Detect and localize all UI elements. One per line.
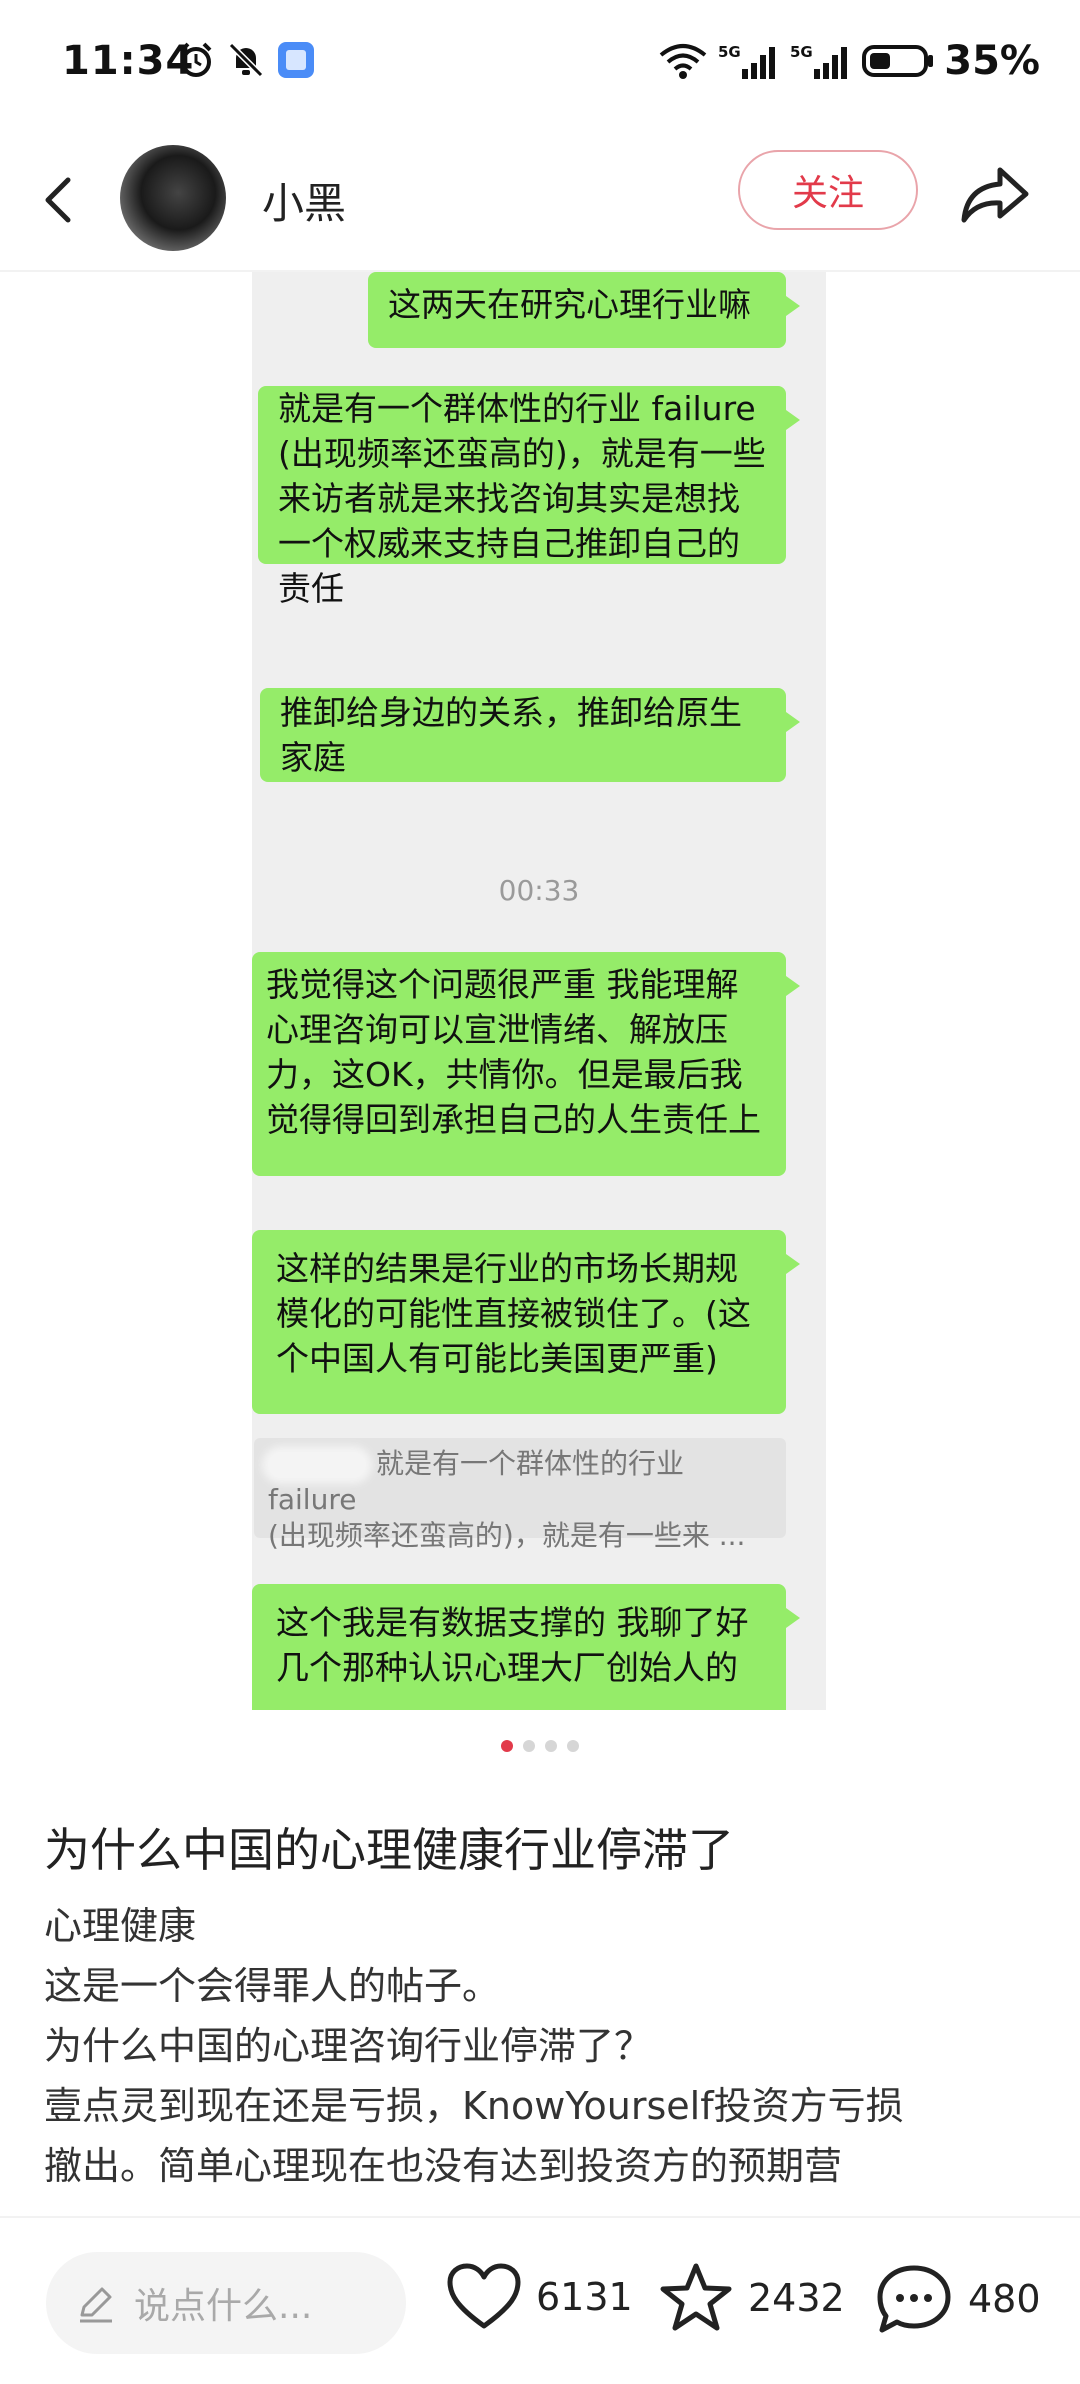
chat-bubble-text: 这个我是有数据支撑的 我聊了好几个那种认识心理大厂创始人的 xyxy=(276,1603,749,1687)
post-body: 心理健康 这是一个会得罪人的帖子。 为什么中国的心理咨询行业停滞了？ 壹点灵到现… xyxy=(44,1896,1044,2196)
favorite-button[interactable]: 2432 xyxy=(658,2262,845,2334)
chat-bubble: 推卸给身边的关系，推卸给原生家庭 xyxy=(260,688,800,782)
chat-bubble-text: 推卸给身边的关系，推卸给原生家庭 xyxy=(280,693,742,777)
post-header: 小黑 关注 xyxy=(0,130,1080,270)
carousel-dot[interactable] xyxy=(523,1740,535,1752)
battery-icon xyxy=(862,45,934,77)
comment-input[interactable]: 说点什么... xyxy=(46,2252,406,2354)
like-count: 6131 xyxy=(536,2275,633,2319)
signal-5g-icon-2: 5G xyxy=(790,43,848,79)
status-left-icons xyxy=(176,40,316,80)
alarm-icon xyxy=(180,42,212,77)
status-right: 5G 5G 35% xyxy=(658,38,1040,84)
like-button[interactable]: 6131 xyxy=(446,2262,633,2332)
chevron-left-icon xyxy=(45,177,71,223)
comment-count: 480 xyxy=(968,2277,1041,2321)
chat-bubble-text: 就是有一个群体性的行业 failure (出现频率还蛮高的)，就是有一些来访者就… xyxy=(278,389,766,608)
post-text-line: 这是一个会得罪人的帖子。 xyxy=(44,1964,501,2008)
status-time: 11:34 xyxy=(62,38,195,84)
signal-5g-label-1: 5G xyxy=(718,43,741,61)
chat-bubble: 我觉得这个问题很严重 我能理解心理咨询可以宣泄情绪、解放压力，这OK，共情你。但… xyxy=(252,952,800,1176)
author-name[interactable]: 小黑 xyxy=(262,170,346,231)
pencil-icon xyxy=(80,2287,112,2323)
quoted-message: 就是有一个群体性的行业 failure (出现频率还蛮高的)，就是有一些来 ..… xyxy=(254,1438,786,1552)
signal-5g-icon-1: 5G xyxy=(718,43,776,79)
wifi-icon xyxy=(659,44,707,79)
comment-button[interactable]: 480 xyxy=(874,2262,1041,2336)
chat-timestamp: 00:33 xyxy=(498,874,580,907)
post-text-line: 为什么中国的心理咨询行业停滞了？ xyxy=(44,2024,653,2068)
chat-bubble-text: 这样的结果是行业的市场长期规模化的可能性直接被锁住了。(这个中国人有可能比美国更… xyxy=(276,1249,751,1378)
quoted-text-line2: (出现频率还蛮高的)，就是有一些来 ... xyxy=(268,1519,746,1552)
post-topic-line: 心理健康 xyxy=(44,1904,197,1948)
post-title: 为什么中国的心理健康行业停滞了 xyxy=(44,1823,734,1877)
app-notification-icon xyxy=(278,42,314,78)
signal-5g-label-2: 5G xyxy=(790,43,813,61)
comment-placeholder: 说点什么... xyxy=(134,2286,313,2327)
heart-icon xyxy=(447,2263,521,2329)
image-carousel-indicator xyxy=(0,1740,1080,1752)
chat-bubble: 这两天在研究心理行业嘛 xyxy=(368,272,800,348)
chat-bubble: 就是有一个群体性的行业 failure (出现频率还蛮高的)，就是有一些来访者就… xyxy=(258,386,800,608)
carousel-dot-active[interactable] xyxy=(501,1740,513,1752)
avatar[interactable] xyxy=(120,145,226,251)
blurred-name xyxy=(268,1452,366,1478)
chat-bubble: 这样的结果是行业的市场长期规模化的可能性直接被锁住了。(这个中国人有可能比美国更… xyxy=(252,1230,800,1414)
chat-bubble: 这个我是有数据支撑的 我聊了好几个那种认识心理大厂创始人的 xyxy=(252,1584,800,1710)
carousel-dot[interactable] xyxy=(545,1740,557,1752)
post-text-line: 撤出。简单心理现在也没有达到投资方的预期营 xyxy=(44,2144,843,2188)
share-button[interactable] xyxy=(956,158,1036,228)
status-bar: 11:34 5G 5G 35% xyxy=(0,0,1080,125)
mute-bell-icon xyxy=(228,42,264,78)
star-icon xyxy=(660,2263,732,2331)
chat-bubble-text: 这两天在研究心理行业嘛 xyxy=(388,285,751,324)
post-text-line: 壹点灵到现在还是亏损，KnowYourself投资方亏损 xyxy=(44,2084,904,2128)
post-image-chat-screenshot[interactable]: 这两天在研究心理行业嘛 就是有一个群体性的行业 failure (出现频率还蛮高… xyxy=(252,272,826,1710)
battery-percentage: 35% xyxy=(944,38,1040,84)
favorite-count: 2432 xyxy=(748,2276,845,2320)
share-icon xyxy=(961,167,1029,223)
follow-button[interactable]: 关注 xyxy=(738,150,918,230)
carousel-dot[interactable] xyxy=(567,1740,579,1752)
back-button[interactable] xyxy=(30,160,90,240)
comment-bubble-icon xyxy=(877,2265,951,2333)
chat-bubble-text: 我觉得这个问题很严重 我能理解心理咨询可以宣泄情绪、解放压力，这OK，共情你。但… xyxy=(266,965,761,1139)
bottom-action-bar: 说点什么... 6131 2432 480 xyxy=(0,2216,1080,2384)
